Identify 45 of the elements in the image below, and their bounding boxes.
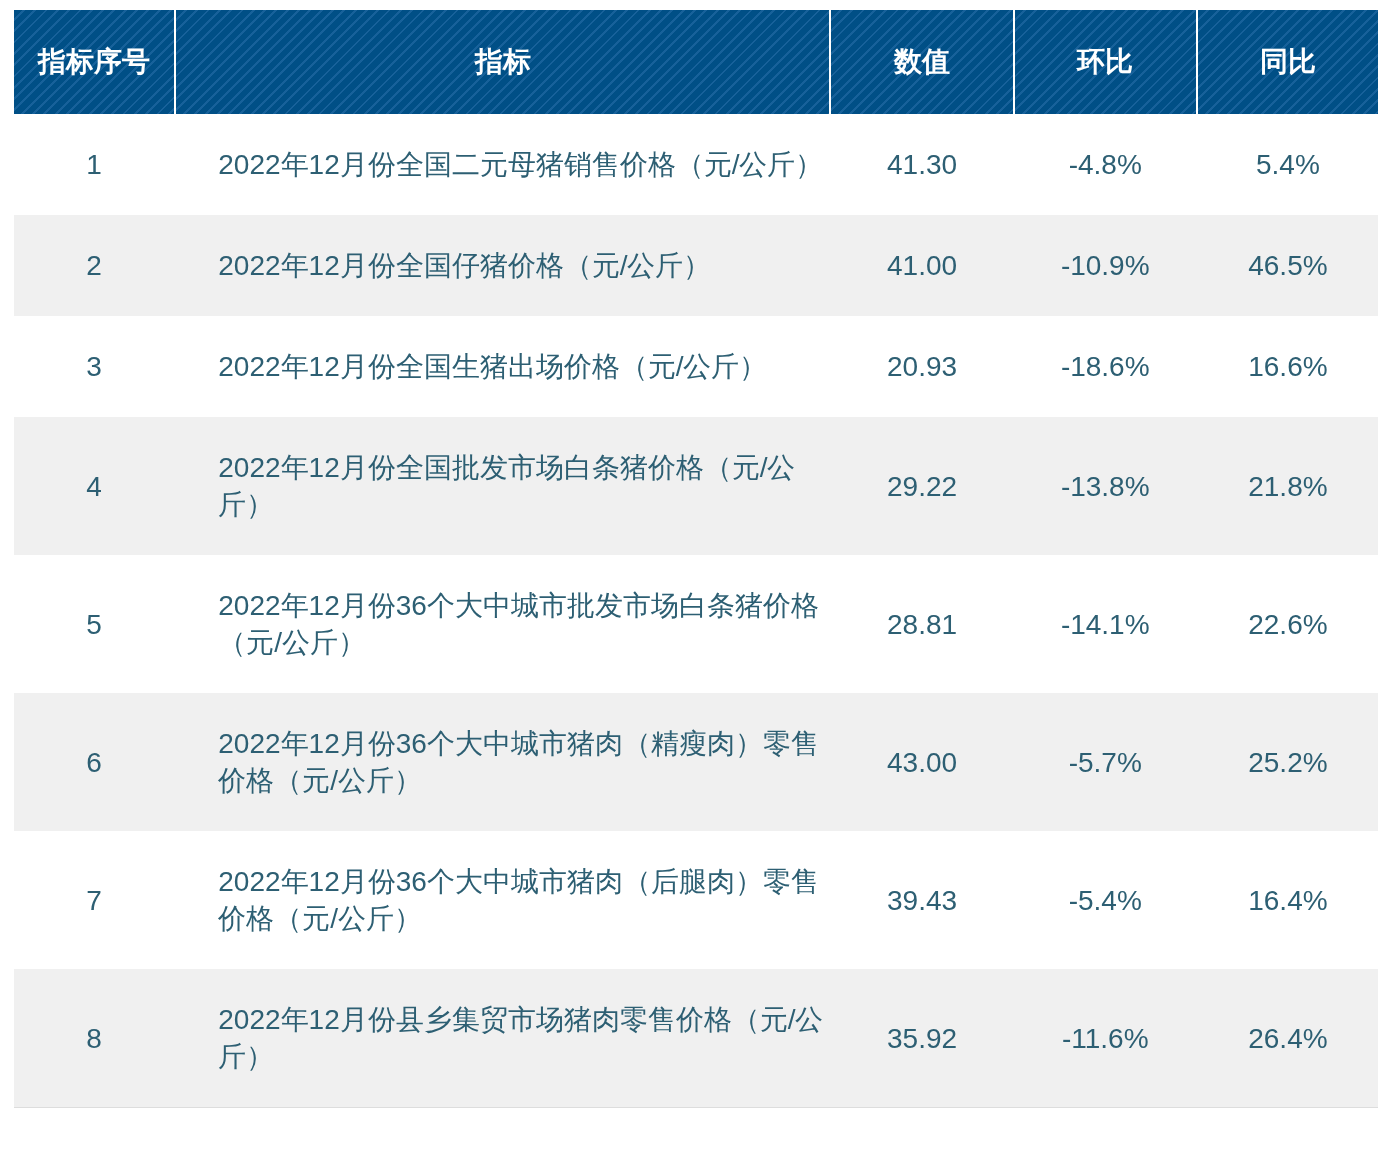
column-header: 同比 <box>1197 10 1378 114</box>
table-cell-text: 43.00 <box>887 745 958 780</box>
table-cell-text: -5.7% <box>1068 745 1142 780</box>
table-cell-text: -10.9% <box>1060 249 1150 283</box>
table-cell-text: -11.6% <box>1061 1021 1149 1056</box>
table-cell-text: 21.8% <box>1248 469 1328 504</box>
table-cell-text: 39.43 <box>887 883 958 918</box>
table-cell-text: 2022年12月份全国仔猪价格（元/公斤） <box>218 249 712 283</box>
column-header: 环比 <box>1014 10 1196 114</box>
table-cell-text: 2 <box>86 249 102 283</box>
table-cell-text: -4.8% <box>1068 148 1142 182</box>
table-cell-text: 2022年12月份全国批发市场白条猪价格（元/公斤） <box>218 451 797 522</box>
table-cell-text: 2022年12月份全国生猪出场价格（元/公斤） <box>218 350 768 384</box>
table-cell-text: 2022年12月份全国二元母猪销售价格（元/公斤） <box>218 148 824 182</box>
column-header: 数值 <box>831 10 1013 114</box>
table-cell-text: 5 <box>86 607 102 642</box>
table-cell-text: 41.00 <box>887 249 958 283</box>
table-cell-text: -5.4% <box>1068 883 1142 918</box>
table-cell-text: 7 <box>86 883 102 918</box>
table-cell-text: 26.4% <box>1248 1021 1328 1056</box>
table-cell-text: 16.6% <box>1248 350 1328 384</box>
table-cell-text: 29.22 <box>887 469 958 504</box>
table-cell-text: 8 <box>86 1021 102 1056</box>
column-header: 指标 <box>176 10 830 114</box>
table-cell-text: 46.5% <box>1248 249 1328 283</box>
table-cell-text: 22.6% <box>1248 607 1328 642</box>
table-cell-text: 1 <box>86 148 102 182</box>
table-cell-text: -13.8% <box>1060 469 1150 504</box>
table-cell-text: 28.81 <box>887 607 958 642</box>
table-cell-text: 16.4% <box>1248 883 1328 918</box>
table-cell-text: 6 <box>86 745 102 780</box>
table-cell-text: 5.4% <box>1256 148 1320 182</box>
table-cell-text: 4 <box>86 469 102 504</box>
table-cell-text: 41.30 <box>887 148 958 182</box>
table-cell-text: 2022年12月份36个大中城市猪肉（精瘦肉）零售价格（元/公斤） <box>218 727 820 798</box>
table-cell-text: 25.2% <box>1248 745 1328 780</box>
table-cell-text: -18.6% <box>1060 350 1150 384</box>
table-cell-text: 2022年12月份县乡集贸市场猪肉零售价格（元/公斤） <box>218 1003 824 1074</box>
column-header: 指标序号 <box>14 10 175 114</box>
table-cell-text: 20.93 <box>887 350 958 384</box>
table-cell-text: 2022年12月份36个大中城市批发市场白条猪价格（元/公斤） <box>218 589 820 660</box>
table-cell-text: 3 <box>86 350 102 384</box>
table-cell-text: -14.1% <box>1060 607 1150 642</box>
table-cell-text: 35.92 <box>887 1021 958 1056</box>
table-cell-text: 2022年12月份36个大中城市猪肉（后腿肉）零售价格（元/公斤） <box>218 865 820 936</box>
